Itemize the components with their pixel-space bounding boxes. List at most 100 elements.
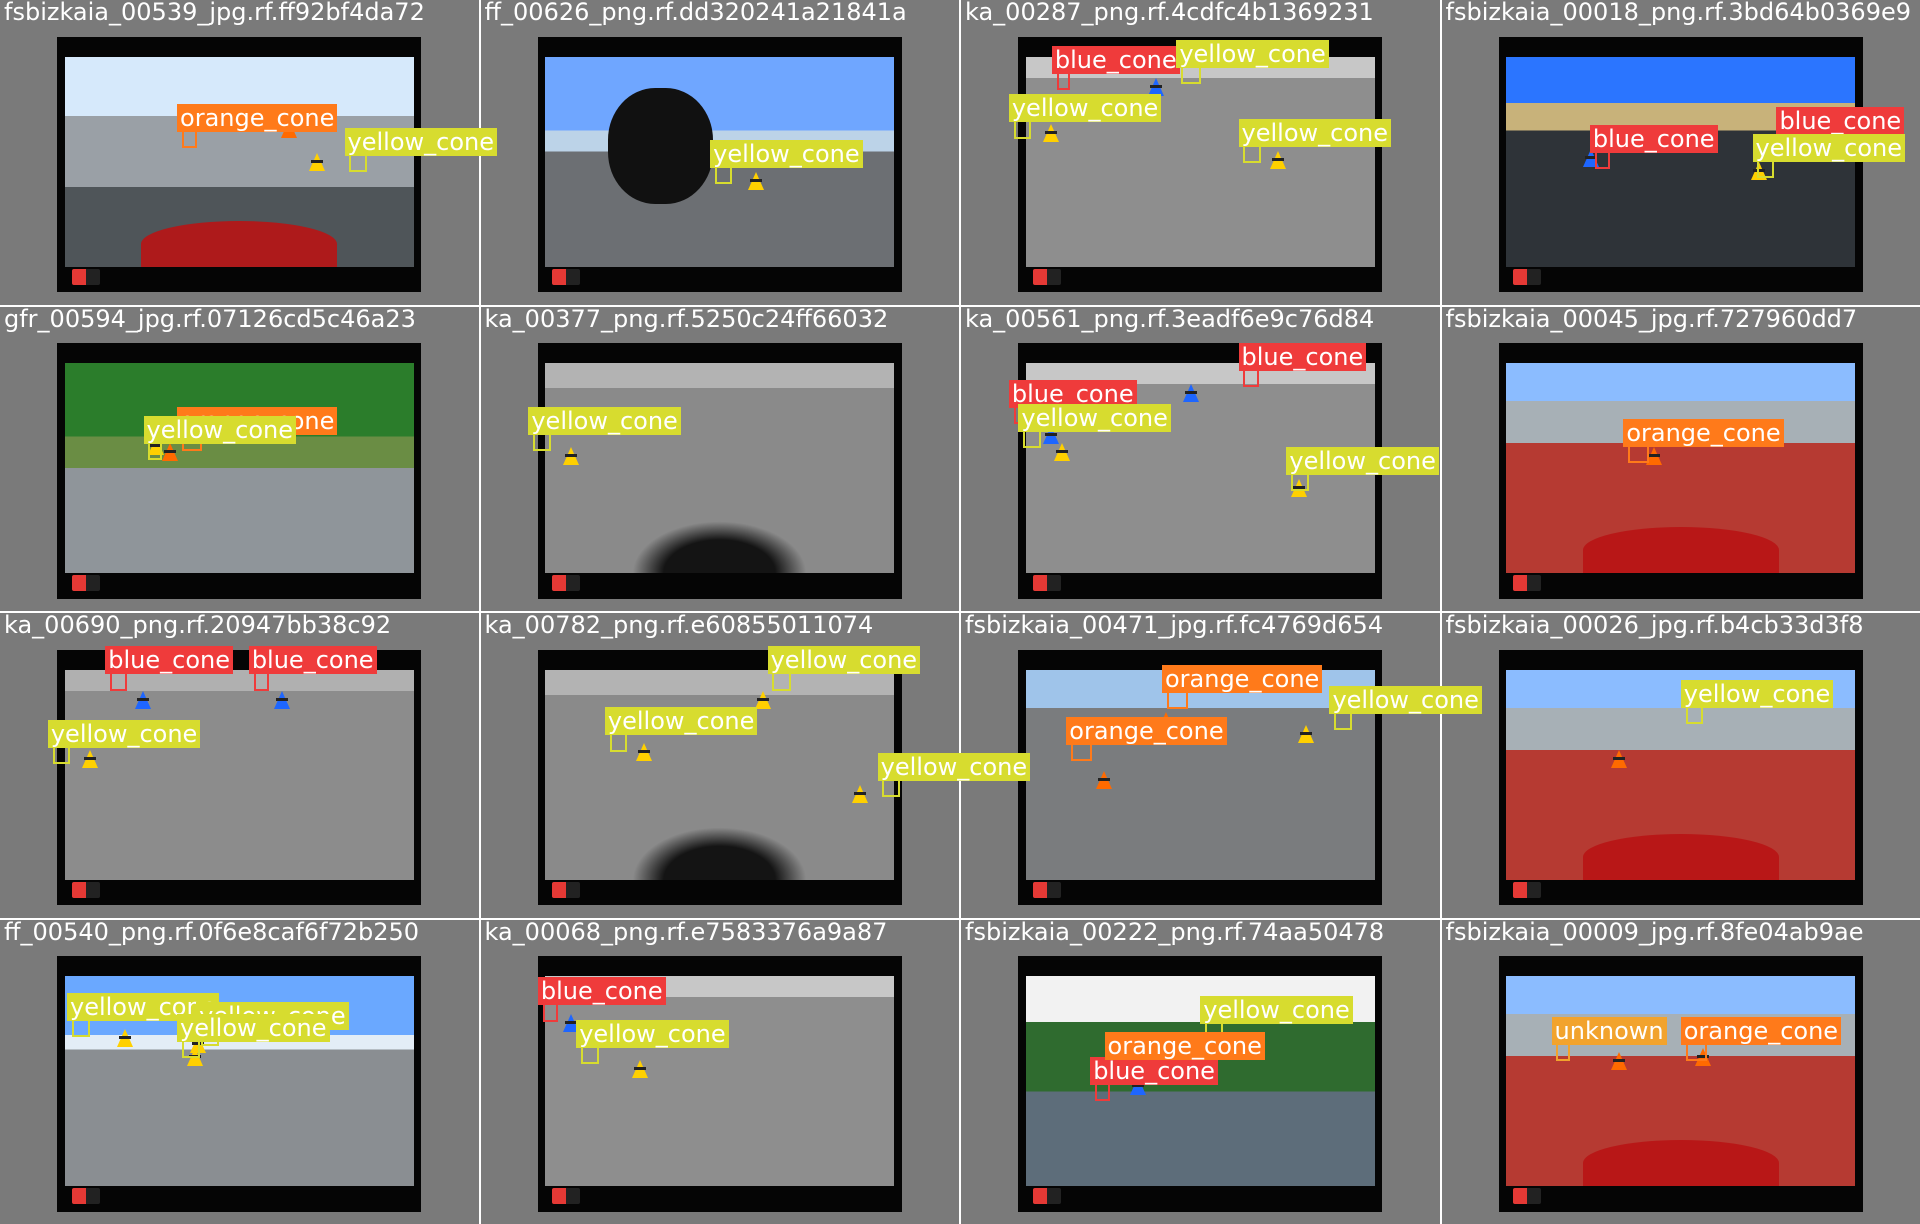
cone-icon (274, 690, 291, 709)
camera-scene (545, 363, 895, 574)
image-frame (57, 343, 422, 599)
image-filename: ka_00068_png.rf.e7583376a9a87 (484, 917, 888, 946)
image-filename: fsbizkaia_00222_png.rf.74aa50478 (965, 917, 1385, 946)
cone-icon (1298, 724, 1314, 743)
image-filename: ff_00540_png.rf.0f6e8caf6f72b250 (4, 917, 420, 946)
hud-logo (71, 1188, 100, 1205)
hud-logo (71, 268, 100, 285)
hud-logo (71, 575, 100, 592)
grid-tile: ka_00561_png.rf.3eadf6e9c76d84 blue_cone b… (961, 305, 1440, 611)
yellow-detection-label: yellow_cone (47, 719, 201, 748)
image-filename: ka_00782_png.rf.e60855011074 (484, 611, 874, 639)
yellow-detection-label: yellow_cone (1176, 39, 1329, 68)
camera-scene (1506, 976, 1856, 1187)
camera-scene (64, 669, 414, 880)
image-frame (1498, 343, 1863, 599)
hud-logo (552, 268, 581, 285)
image-filename: ka_00287_png.rf.4cdfc4b1369231 (965, 0, 1374, 26)
image-filename: fsbizkaia_00018_png.rf.3bd64b0369e9 (1445, 0, 1912, 26)
camera-scene (1506, 363, 1856, 574)
cone-icon (562, 447, 579, 466)
yellow-detection-label: yellow_cone (1008, 94, 1162, 123)
image-filename: ff_00626_png.rf.dd320241a21841a (484, 0, 907, 26)
blue-detection-label: blue_cone (1776, 106, 1905, 135)
orange-detection-label: orange_cone (1161, 664, 1323, 693)
blue-detection-label: blue_cone (537, 977, 666, 1006)
orange-detection-label: orange_cone (1066, 716, 1227, 745)
hud-logo (552, 881, 581, 898)
blue-detection-label: blue_cone (1589, 124, 1718, 153)
cone-icon (754, 690, 771, 709)
orange-detection-label: orange_cone (1680, 1016, 1842, 1045)
blue-detection-label: blue_cone (1090, 1056, 1218, 1085)
cone-icon (117, 1028, 134, 1047)
hud-logo (1513, 268, 1542, 285)
camera-scene (545, 669, 895, 880)
cone-icon (82, 749, 99, 768)
cone-icon (1270, 151, 1287, 170)
image-grid: fsbizkaia_00539_jpg.rf.ff92bf4da72orange… (0, 0, 1920, 1224)
hud-logo (1032, 268, 1061, 285)
cone-icon (134, 690, 151, 709)
grid-tile: ka_00287_png.rf.4cdfc4b1369231 blue_cone y… (961, 0, 1440, 305)
car-body (1582, 833, 1779, 880)
yellow-detection-label: yellow_cone (604, 707, 758, 736)
hud-logo (552, 1188, 581, 1205)
image-frame (537, 649, 902, 906)
grid-tile: fsbizkaia_00471_jpg.rf.fc4769d654 orange_… (961, 611, 1482, 918)
cone-icon (747, 172, 764, 191)
cone-icon (1182, 384, 1199, 403)
car-body (1582, 527, 1779, 574)
cone-icon (1610, 749, 1627, 768)
yellow-detection-label: yellow_cone (1286, 446, 1439, 475)
yellow-detection-label: yellow_cone (1238, 118, 1391, 147)
grid-tile: ka_00377_png.rf.5250c24ff66032 yellow_con… (480, 305, 959, 611)
cone-icon (632, 1060, 649, 1079)
yellow-detection-label: yellow_cone (877, 753, 1031, 782)
orange-detection-label: orange_cone (1104, 1032, 1265, 1061)
grid-tile: gfr_00594_jpg.rf.07126cd5c46a23orange_co… (0, 304, 479, 611)
blue-detection-label: blue_cone (248, 646, 377, 675)
yellow-detection-label: yellow_cone (177, 1013, 330, 1042)
yellow-detection-label: yellow_cone (576, 1019, 729, 1048)
yellow-detection-label: yellow_cone (1329, 686, 1482, 715)
hud-logo (552, 575, 581, 592)
hud-logo (1513, 1188, 1542, 1205)
hud-logo (1032, 575, 1061, 592)
hud-logo (71, 881, 100, 898)
grid-tile: ka_00782_png.rf.e60855011074 yellow_cone y… (480, 611, 1031, 918)
cone-icon (1610, 1052, 1627, 1070)
image-filename: fsbizkaia_00026_jpg.rf.b4cb33d3f8 (1445, 611, 1864, 639)
grid-tile: ka_00068_png.rf.e7583376a9a87 blue_coneye… (480, 917, 959, 1224)
grid-tile: ff_00540_png.rf.0f6e8caf6f72b250 yellow_c… (0, 917, 479, 1224)
car-body (1582, 1140, 1779, 1187)
cone-icon (852, 785, 869, 804)
blue-detection-label: blue_cone (105, 646, 233, 675)
yellow-detection-label: yellow_cone (1680, 679, 1834, 708)
hud-logo (1032, 1188, 1061, 1205)
grid-tile: fsbizkaia_00026_jpg.rf.b4cb33d3f8 yellow_… (1441, 611, 1920, 918)
image-filename: gfr_00594_jpg.rf.07126cd5c46a23 (4, 304, 416, 333)
car-body (141, 220, 338, 267)
image-filename: fsbizkaia_00471_jpg.rf.fc4769d654 (965, 611, 1384, 639)
image-filename: fsbizkaia_00045_jpg.rf.727960dd7 (1445, 304, 1858, 333)
image-frame (537, 343, 902, 599)
image-filename: ka_00690_png.rf.20947bb38c92 (4, 611, 392, 639)
hud-logo (1032, 881, 1061, 898)
helmet (608, 88, 713, 204)
yellow-detection-label: yellow_cone (1752, 133, 1905, 162)
image-frame (1498, 36, 1863, 293)
cone-icon (1147, 77, 1164, 96)
camera-scene (1025, 56, 1375, 267)
grid-tile: fsbizkaia_00018_png.rf.3bd64b0369e9 blue_… (1441, 0, 1920, 305)
grid-tile: fsbizkaia_00045_jpg.rf.727960dd7 orange_c… (1441, 304, 1920, 611)
hud-logo (1513, 881, 1542, 898)
yellow-detection-label: yellow_cone (1200, 995, 1353, 1024)
yellow-detection-label: yellow_cone (767, 646, 921, 675)
grid-tile: ff_00626_png.rf.dd320241a21841a yellow_co… (480, 0, 959, 305)
grid-tile: ka_00690_png.rf.20947bb38c92 blue_cone blu… (0, 611, 479, 918)
yellow-detection-label: yellow_cone (1018, 403, 1171, 432)
orange-detection-label: orange_cone (177, 103, 338, 132)
image-frame (1498, 956, 1863, 1212)
image-filename: fsbizkaia_00539_jpg.rf.ff92bf4da72 (4, 0, 425, 26)
